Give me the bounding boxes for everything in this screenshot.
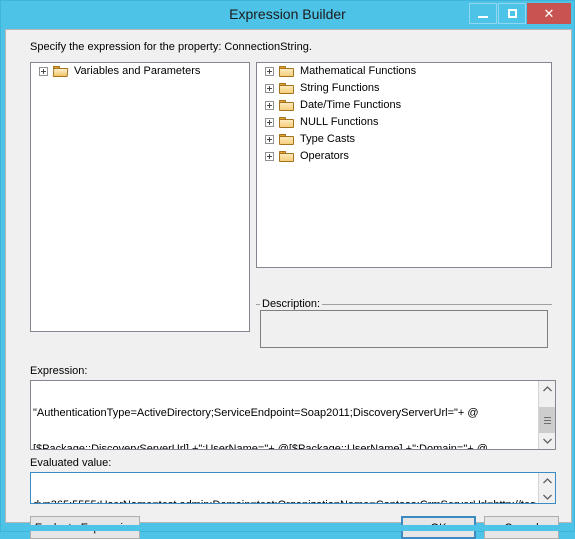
maximize-button[interactable] [498, 3, 526, 24]
caption-button-group: ✕ [468, 3, 571, 24]
close-button[interactable]: ✕ [527, 3, 571, 24]
scroll-track[interactable] [539, 397, 555, 433]
scroll-up-icon[interactable] [539, 473, 555, 489]
minimize-button[interactable] [469, 3, 497, 24]
scroll-grip-icon [543, 416, 551, 424]
scroll-thumb[interactable] [539, 407, 555, 433]
folder-icon [279, 133, 295, 146]
expand-plus-icon[interactable] [265, 152, 274, 161]
expand-plus-icon[interactable] [265, 118, 274, 127]
folder-icon [279, 99, 295, 112]
folder-icon [279, 116, 295, 129]
tree-node-variables-and-parameters[interactable]: Variables and Parameters [31, 63, 249, 80]
expression-textarea[interactable]: "AuthenticationType=ActiveDirectory;Serv… [30, 380, 556, 450]
functions-tree[interactable]: Mathematical Functions String Functions … [256, 62, 552, 268]
dialog-client-area: Specify the expression for the property:… [5, 29, 572, 539]
maximize-icon [507, 9, 517, 18]
expression-scrollbar[interactable] [538, 381, 555, 449]
expand-plus-icon[interactable] [265, 135, 274, 144]
evaluated-value-scrollbar[interactable] [538, 473, 555, 503]
tree-node-label: Operators [300, 150, 349, 162]
folder-icon [279, 65, 295, 78]
expand-plus-icon[interactable] [39, 67, 48, 76]
evaluated-value-label: Evaluated value: [30, 457, 112, 469]
tree-node-label: String Functions [300, 82, 380, 94]
expression-builder-window: Expression Builder ✕ Specify the express… [0, 0, 575, 539]
description-label: Description: [260, 298, 323, 310]
tree-node-operators[interactable]: Operators [257, 148, 551, 165]
expand-plus-icon[interactable] [265, 84, 274, 93]
folder-icon [279, 82, 295, 95]
tree-node-label: Mathematical Functions [300, 65, 417, 77]
expand-plus-icon[interactable] [265, 67, 274, 76]
expression-text[interactable]: "AuthenticationType=ActiveDirectory;Serv… [31, 381, 538, 449]
tree-node-label: Type Casts [300, 133, 356, 145]
tree-node-null-functions[interactable]: NULL Functions [257, 114, 551, 131]
close-icon: ✕ [543, 5, 555, 21]
expression-line: "AuthenticationType=ActiveDirectory;Serv… [33, 407, 479, 419]
instruction-text: Specify the expression for the property:… [30, 41, 312, 53]
variables-tree[interactable]: Variables and Parameters [30, 62, 250, 332]
expand-plus-icon[interactable] [265, 101, 274, 110]
tree-node-label: Date/Time Functions [300, 99, 402, 111]
folder-open-icon [52, 65, 69, 78]
expression-line: [$Package::DiscoveryServerUrl] +";UserNa… [33, 443, 488, 449]
expression-label: Expression: [30, 365, 88, 377]
description-box [260, 310, 548, 348]
tree-node-string-functions[interactable]: String Functions [257, 80, 551, 97]
tree-node-label: Variables and Parameters [74, 65, 201, 77]
tree-node-type-casts[interactable]: Type Casts [257, 131, 551, 148]
evaluated-value-line: dyn365:5555;UserName=test.admin;Domain=t… [33, 499, 536, 503]
tree-node-mathematical-functions[interactable]: Mathematical Functions [257, 63, 551, 80]
evaluated-value-text[interactable]: dyn365:5555;UserName=test.admin;Domain=t… [31, 473, 538, 503]
tree-node-date-time-functions[interactable]: Date/Time Functions [257, 97, 551, 114]
evaluated-value-textarea[interactable]: dyn365:5555;UserName=test.admin;Domain=t… [30, 472, 556, 504]
title-bar[interactable]: Expression Builder ✕ [1, 1, 574, 29]
window-bottom-border [1, 525, 574, 531]
tree-node-label: NULL Functions [300, 116, 379, 128]
scroll-down-icon[interactable] [539, 433, 555, 449]
folder-icon [279, 150, 295, 163]
scroll-up-icon[interactable] [539, 381, 555, 397]
minimize-icon [478, 15, 488, 18]
scroll-down-icon[interactable] [539, 489, 555, 503]
